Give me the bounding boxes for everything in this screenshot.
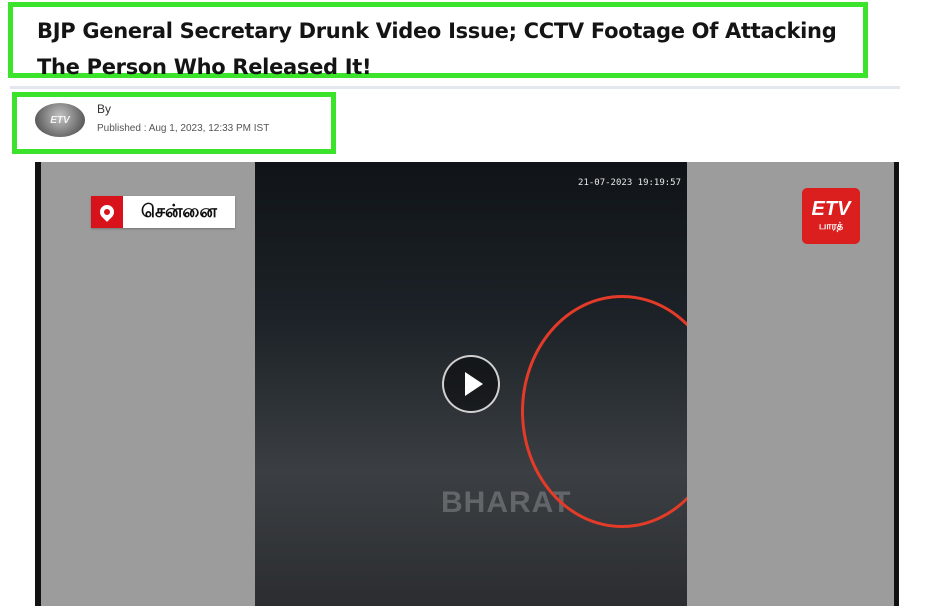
- published-timestamp: Published : Aug 1, 2023, 12:33 PM IST: [97, 123, 270, 134]
- avatar-logo-text: ETV: [50, 114, 70, 126]
- headline-highlight-box: BJP General Secretary Drunk Video Issue;…: [8, 2, 868, 79]
- play-icon[interactable]: [442, 355, 500, 413]
- byline-label: By: [97, 102, 112, 116]
- watermark: BHARAT: [441, 486, 572, 519]
- video-player[interactable]: 21-07-2023 19:19:57 BHARAT சென்னை ETV பா…: [35, 162, 899, 606]
- logo-subtitle: பாரத்: [818, 221, 844, 232]
- cctv-timestamp: 21-07-2023 19:19:57: [578, 178, 681, 188]
- location-pin-box: [91, 196, 123, 228]
- byline-highlight-box: ETV By Published : Aug 1, 2023, 12:33 PM…: [12, 92, 336, 154]
- article-headline: BJP General Secretary Drunk Video Issue;…: [37, 19, 837, 79]
- divider: [10, 86, 900, 89]
- author-avatar[interactable]: ETV: [35, 103, 85, 137]
- location-tag: சென்னை: [91, 196, 235, 228]
- cctv-footage[interactable]: 21-07-2023 19:19:57 BHARAT: [255, 162, 687, 606]
- logo-mark: ETV: [811, 198, 851, 220]
- location-label: சென்னை: [141, 200, 217, 221]
- etv-bharat-logo: ETV பாரத்: [802, 188, 860, 244]
- location-pin-icon: [97, 202, 117, 222]
